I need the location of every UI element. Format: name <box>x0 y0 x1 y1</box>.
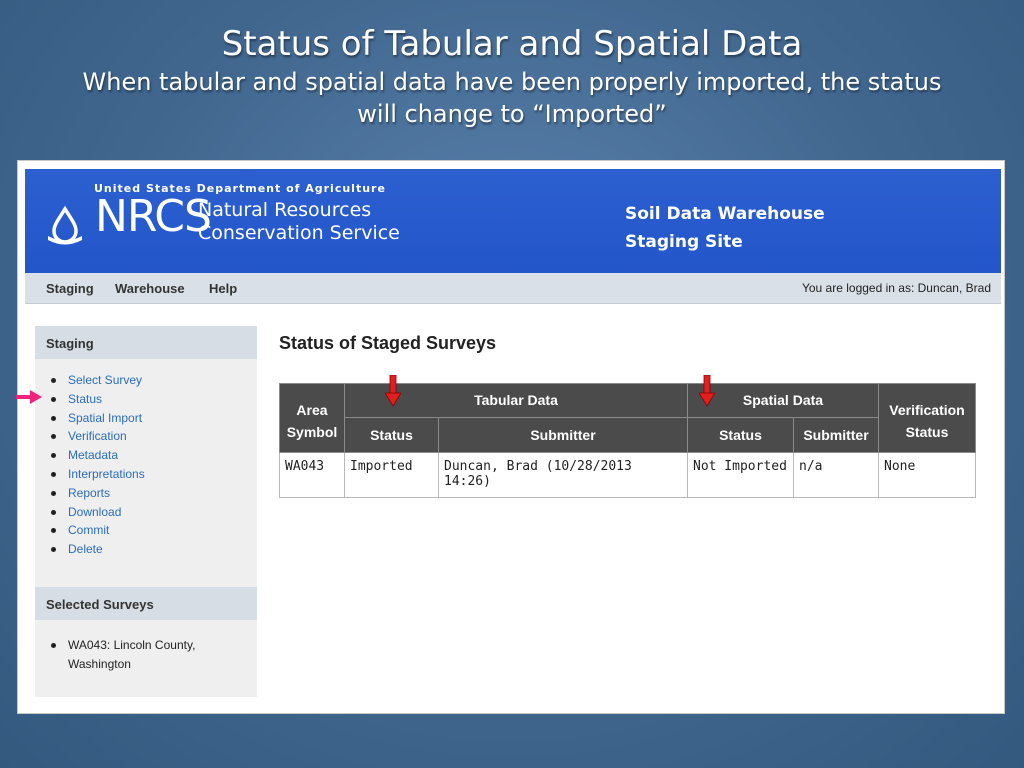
agency-name-line1: Natural Resources <box>198 199 372 221</box>
screenshot-frame: United States Department of Agriculture … <box>17 160 1005 714</box>
header-spatial-data: Spatial Data <box>687 383 879 418</box>
site-banner: United States Department of Agriculture … <box>25 169 1001 273</box>
staged-surveys-table: Area Symbol Tabular Data Spatial Data Ve… <box>279 383 976 498</box>
nav-staging[interactable]: Staging <box>46 281 94 296</box>
logged-in-status: You are logged in as: Duncan, Brad <box>801 281 991 295</box>
header-area-symbol: Area Symbol <box>279 383 345 453</box>
cell-area-symbol: WA043 <box>279 452 345 498</box>
nrcs-logo-text: NRCS <box>95 191 212 242</box>
sidebar-item-spatial-import[interactable]: Spatial Import <box>51 409 145 428</box>
site-name-line2: Staging Site <box>625 232 743 252</box>
header-spatial-submitter: Submitter <box>793 416 879 454</box>
selected-surveys-list: WA043: Lincoln County, Washington <box>51 636 228 674</box>
tabular-status-arrow-icon <box>385 375 401 407</box>
site-name-line1: Soil Data Warehouse <box>625 204 825 224</box>
sidebar-item-verification[interactable]: Verification <box>51 427 145 446</box>
sidebar-heading-staging: Staging <box>35 326 257 359</box>
sidebar: Staging Select Survey Status Spatial Imp… <box>35 326 257 697</box>
sidebar-item-reports[interactable]: Reports <box>51 484 145 503</box>
sidebar-heading-selected: Selected Surveys <box>35 587 257 620</box>
agency-name-line2: Conservation Service <box>198 222 400 244</box>
sidebar-item-status[interactable]: Status <box>51 390 145 409</box>
header-tabular-submitter: Submitter <box>438 416 688 454</box>
cell-spatial-status: Not Imported <box>687 452 794 498</box>
sidebar-item-interpretations[interactable]: Interpretations <box>51 465 145 484</box>
spatial-status-arrow-icon <box>699 375 715 407</box>
agency-name: Natural Resources Conservation Service <box>198 199 400 245</box>
top-nav: Staging Warehouse Help You are logged in… <box>25 273 1001 304</box>
sidebar-item-metadata[interactable]: Metadata <box>51 446 145 465</box>
header-spatial-status: Status <box>687 416 794 454</box>
selected-survey-item: WA043: Lincoln County, Washington <box>51 636 228 674</box>
sidebar-item-download[interactable]: Download <box>51 503 145 522</box>
sidebar-item-delete[interactable]: Delete <box>51 540 145 559</box>
header-tabular-status: Status <box>344 416 439 454</box>
status-pointer-arrow-icon <box>16 390 42 404</box>
slide-subheading: When tabular and spatial data have been … <box>82 68 942 128</box>
nav-warehouse[interactable]: Warehouse <box>115 281 185 296</box>
cell-tabular-submitter: Duncan, Brad (10/28/2013 14:26) <box>438 452 688 498</box>
page-title: Status of Staged Surveys <box>279 333 497 353</box>
sidebar-item-commit[interactable]: Commit <box>51 521 145 540</box>
slide-title: Status of Tabular and Spatial Data When … <box>0 22 1024 130</box>
cell-tabular-status: Imported <box>344 452 439 498</box>
sidebar-item-select-survey[interactable]: Select Survey <box>51 371 145 390</box>
cell-spatial-submitter: n/a <box>793 452 879 498</box>
nav-help[interactable]: Help <box>209 281 237 296</box>
water-drop-logo-icon <box>48 205 82 245</box>
cell-verification-status: None <box>878 452 976 498</box>
header-verification-status: Verification Status <box>878 383 976 453</box>
site-name: Soil Data Warehouse Staging Site <box>625 200 825 256</box>
table-row: WA043 Imported Duncan, Brad (10/28/2013 … <box>279 452 976 498</box>
slide-heading: Status of Tabular and Spatial Data <box>221 24 803 64</box>
sidebar-menu: Select Survey Status Spatial Import Veri… <box>51 371 145 559</box>
